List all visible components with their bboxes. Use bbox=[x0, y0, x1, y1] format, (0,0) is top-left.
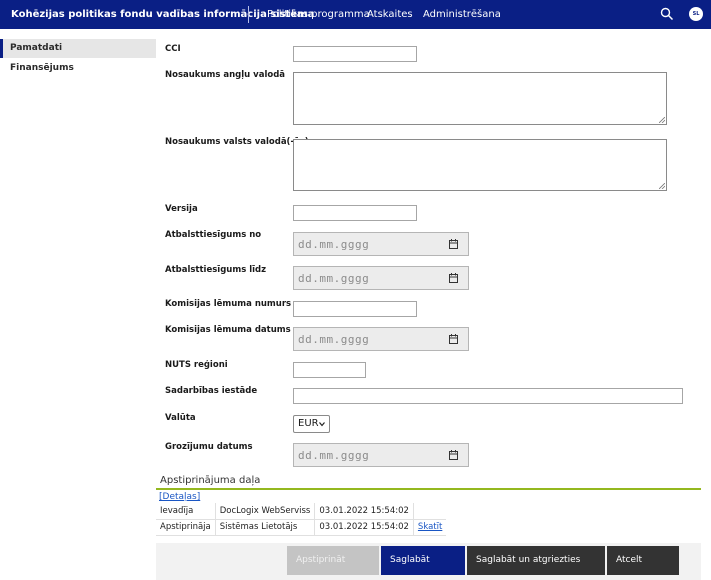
section-divider bbox=[156, 488, 701, 490]
approval-role: Apstiprināja bbox=[156, 519, 216, 536]
search-icon[interactable] bbox=[660, 7, 674, 21]
decision-date-label: Komisijas lēmuma datums bbox=[165, 325, 291, 335]
name-en-textarea[interactable] bbox=[293, 72, 667, 125]
nuts-input[interactable] bbox=[293, 362, 366, 378]
name-en-label: Nosaukums angļu valodā bbox=[165, 70, 286, 80]
currency-select[interactable]: EUR bbox=[293, 415, 330, 433]
nav-administresana[interactable]: Administrēšana bbox=[423, 9, 501, 20]
date-placeholder: dd.mm.gggg bbox=[298, 333, 370, 346]
cooperation-input[interactable] bbox=[293, 388, 683, 404]
details-link[interactable]: [Detaļas] bbox=[159, 492, 200, 502]
chevron-down-icon bbox=[319, 422, 325, 427]
date-placeholder: dd.mm.gggg bbox=[298, 272, 370, 285]
name-national-label: Nosaukums valsts valodā(-ās) bbox=[165, 137, 309, 147]
currency-selected-value: EUR bbox=[298, 418, 319, 429]
nav-atskaites[interactable]: Atskaites bbox=[367, 9, 413, 20]
save-and-return-button[interactable]: Saglabāt un atgriezties bbox=[467, 546, 605, 575]
header-divider bbox=[248, 6, 249, 23]
decision-number-input[interactable] bbox=[293, 301, 417, 317]
nuts-label: NUTS reģioni bbox=[165, 360, 228, 370]
approval-link-cell: Skatīt bbox=[413, 519, 447, 536]
approve-button[interactable]: Apstiprināt bbox=[287, 546, 379, 575]
eligible-from-date-field[interactable]: dd.mm.gggg bbox=[293, 232, 469, 256]
version-input[interactable] bbox=[293, 205, 417, 221]
cci-label: CCI bbox=[165, 44, 181, 54]
resize-grip-icon[interactable] bbox=[659, 117, 665, 123]
name-national-textarea[interactable] bbox=[293, 139, 667, 191]
approval-user: Sistēmas Lietotājs bbox=[215, 519, 316, 536]
date-placeholder: dd.mm.gggg bbox=[298, 238, 370, 251]
save-button[interactable]: Saglabāt bbox=[381, 546, 465, 575]
sidebar-item-label: Finansējums bbox=[10, 63, 74, 73]
calendar-icon[interactable] bbox=[449, 334, 458, 344]
decision-date-field[interactable]: dd.mm.gggg bbox=[293, 327, 469, 351]
view-link[interactable]: Skatīt bbox=[418, 522, 442, 532]
date-placeholder: dd.mm.gggg bbox=[298, 449, 370, 462]
approval-role: Ievadīja bbox=[156, 503, 216, 520]
approval-table: Ievadīja DocLogix WebServiss 03.01.2022 … bbox=[156, 503, 447, 536]
approval-user: DocLogix WebServiss bbox=[215, 503, 316, 520]
approval-link-cell bbox=[413, 503, 447, 520]
approval-section-title: Apstiprinājuma daļa bbox=[160, 475, 261, 486]
cooperation-label: Sadarbības iestāde bbox=[165, 386, 258, 396]
top-navigation-bar: Kohēzijas politikas fondu vadības inform… bbox=[0, 0, 711, 29]
nav-politikas-programma[interactable]: Politikas programma bbox=[267, 9, 370, 20]
amendment-date-field[interactable]: dd.mm.gggg bbox=[293, 443, 469, 467]
version-label: Versija bbox=[165, 204, 198, 214]
calendar-icon[interactable] bbox=[449, 450, 458, 460]
amendment-date-label: Grozījumu datums bbox=[165, 442, 253, 452]
resize-grip-icon[interactable] bbox=[659, 183, 665, 189]
table-row: Apstiprināja Sistēmas Lietotājs 03.01.20… bbox=[156, 519, 447, 536]
calendar-icon[interactable] bbox=[449, 273, 458, 283]
cancel-button[interactable]: Atcelt bbox=[607, 546, 679, 575]
approval-datetime: 03.01.2022 15:54:02 bbox=[314, 519, 414, 536]
eligible-from-label: Atbalsttiesīgums no bbox=[165, 230, 262, 240]
sidebar-item-finansejums[interactable]: Finansējums bbox=[0, 59, 156, 78]
sidebar-item-pamatdati[interactable]: Pamatdati bbox=[0, 39, 156, 58]
user-avatar[interactable]: SL bbox=[689, 7, 703, 21]
currency-label: Valūta bbox=[165, 413, 196, 423]
approval-datetime: 03.01.2022 15:54:02 bbox=[314, 503, 414, 520]
calendar-icon[interactable] bbox=[449, 239, 458, 249]
cci-input[interactable] bbox=[293, 46, 417, 62]
sidebar-item-label: Pamatdati bbox=[10, 43, 63, 53]
eligible-to-date-field[interactable]: dd.mm.gggg bbox=[293, 266, 469, 290]
eligible-to-label: Atbalsttiesīgums līdz bbox=[165, 265, 267, 275]
decision-number-label: Komisijas lēmuma numurs bbox=[165, 299, 292, 309]
table-row: Ievadīja DocLogix WebServiss 03.01.2022 … bbox=[156, 503, 447, 520]
